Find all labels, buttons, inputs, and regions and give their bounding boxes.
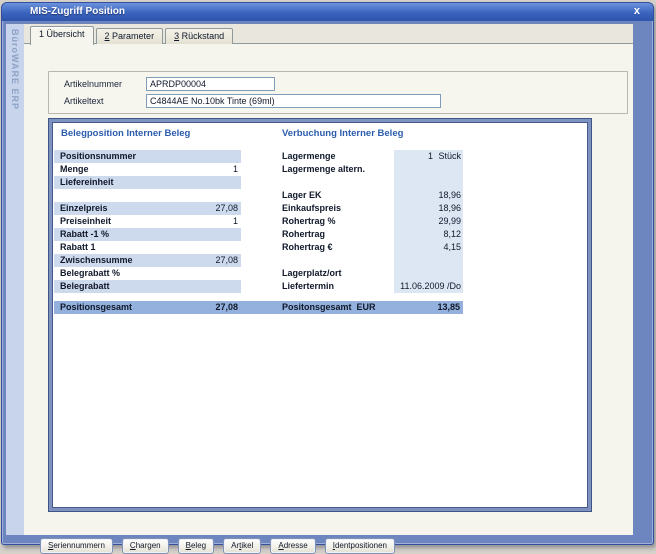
identpositionen-button[interactable]: Identpositionen bbox=[325, 538, 395, 554]
left-section-title: Belegposition Interner Beleg bbox=[61, 128, 190, 139]
positionsgesamt-label: Positionsgesamt bbox=[60, 301, 132, 314]
field-row: Lagermenge1Stück bbox=[282, 150, 463, 163]
field-row: Einkaufspreis18,96 bbox=[282, 202, 463, 215]
tab-bar: 1 Übersicht 2 Parameter 3 Rückstand bbox=[30, 26, 235, 43]
article-field-group: Artikelnummer Artikeltext bbox=[48, 71, 628, 114]
positionsgesamt-eur-label: Positonsgesamt EUR bbox=[282, 301, 376, 314]
artikel-button[interactable]: Artikel bbox=[223, 538, 261, 554]
artikelnummer-row: Artikelnummer bbox=[64, 77, 275, 91]
window-body: BüroWARE ERP 1 Übersicht 2 Parameter 3 R… bbox=[6, 24, 633, 535]
field-row: Menge1 bbox=[54, 163, 241, 176]
window-title: MIS-Zugriff Position bbox=[30, 6, 125, 17]
field-row bbox=[282, 254, 463, 267]
right-column: Lagermenge1Stück Lagermenge altern. Lage… bbox=[282, 150, 463, 293]
field-row: Lagerplatz/ort bbox=[282, 267, 463, 280]
field-row: Positionsnummer bbox=[54, 150, 241, 163]
brand-strip: BüroWARE ERP bbox=[6, 24, 24, 535]
field-row: Rabatt 1 bbox=[54, 241, 241, 254]
tab-page-uebersicht: Artikelnummer Artikeltext Belegposition … bbox=[24, 43, 633, 535]
field-row: Belegrabatt % bbox=[54, 267, 241, 280]
main-area: 1 Übersicht 2 Parameter 3 Rückstand Arti… bbox=[24, 24, 633, 535]
field-row bbox=[282, 176, 463, 189]
panel-inner: Belegposition Interner Beleg Verbuchung … bbox=[52, 122, 588, 508]
field-row: Lagermenge altern. bbox=[282, 163, 463, 176]
field-row: Liefereinheit bbox=[54, 176, 241, 189]
adresse-button[interactable]: Adresse bbox=[270, 538, 315, 554]
seriennummern-button[interactable]: Seriennummern bbox=[40, 538, 113, 554]
artikelnummer-input[interactable] bbox=[146, 77, 275, 91]
artikeltext-row: Artikeltext bbox=[64, 94, 441, 108]
right-section-title: Verbuchung Interner Beleg bbox=[282, 128, 403, 139]
field-row: Rohertrag8,12 bbox=[282, 228, 463, 241]
title-bar[interactable]: MIS-Zugriff Position x bbox=[2, 3, 653, 21]
artikelnummer-label: Artikelnummer bbox=[64, 77, 146, 91]
dialog-window: MIS-Zugriff Position x BüroWARE ERP 1 Üb… bbox=[1, 2, 654, 545]
field-row: Preiseinheit1 bbox=[54, 215, 241, 228]
left-column: Positionsnummer Menge1 Liefereinheit Ein… bbox=[54, 150, 241, 293]
chargen-button[interactable]: Chargen bbox=[122, 538, 169, 554]
position-data-panel: Belegposition Interner Beleg Verbuchung … bbox=[48, 118, 592, 512]
field-row: Einzelpreis27,08 bbox=[54, 202, 241, 215]
field-row: Liefertermin11.06.2009 /Do bbox=[282, 280, 463, 293]
brand-vertical-label: BüroWARE ERP bbox=[10, 24, 20, 535]
beleg-button[interactable]: Beleg bbox=[178, 538, 214, 554]
artikeltext-input[interactable] bbox=[146, 94, 441, 108]
positionsgesamt-eur-value: 13,85 bbox=[384, 301, 460, 314]
close-icon[interactable]: x bbox=[634, 5, 640, 18]
field-row: Rabatt -1 % bbox=[54, 228, 241, 241]
positionsgesamt-value: 27,08 bbox=[154, 301, 238, 314]
button-bar: Seriennummern Chargen Beleg Artikel Adre… bbox=[40, 538, 395, 554]
tab-uebersicht[interactable]: 1 Übersicht bbox=[30, 26, 94, 45]
tab-rueckstand[interactable]: 3 Rückstand bbox=[165, 28, 233, 44]
field-row bbox=[54, 189, 241, 202]
totals-band: Positionsgesamt 27,08 Positonsgesamt EUR… bbox=[54, 301, 463, 314]
unit-label: Stück bbox=[433, 150, 463, 163]
field-row: Zwischensumme27,08 bbox=[54, 254, 241, 267]
field-row: Lager EK18,96 bbox=[282, 189, 463, 202]
field-row: Belegrabatt bbox=[54, 280, 241, 293]
tab-parameter[interactable]: 2 Parameter bbox=[96, 28, 164, 44]
artikeltext-label: Artikeltext bbox=[64, 94, 146, 108]
field-row: Rohertrag €4,15 bbox=[282, 241, 463, 254]
field-row: Rohertrag %29,99 bbox=[282, 215, 463, 228]
